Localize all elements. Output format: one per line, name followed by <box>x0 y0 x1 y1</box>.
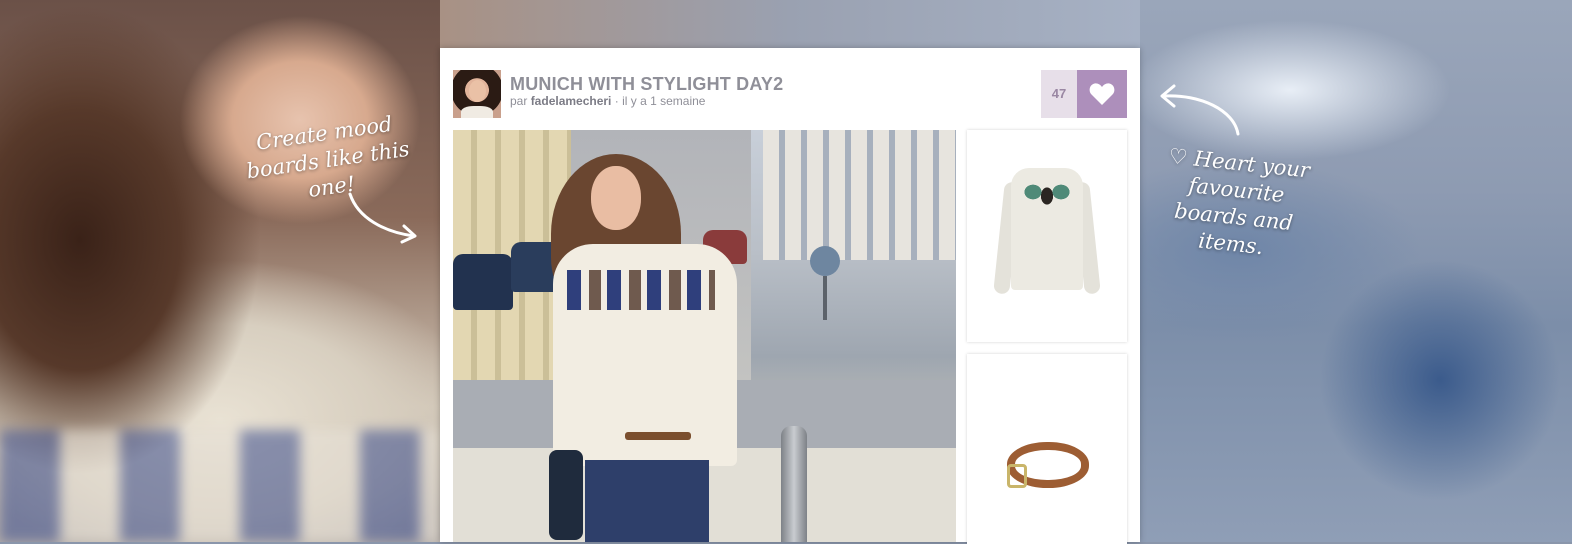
avatar[interactable] <box>453 70 501 118</box>
person-belt <box>625 432 691 440</box>
person-jeans <box>585 460 709 542</box>
board-title[interactable]: MUNICH WITH STYLIGHT DAY2 <box>510 74 783 95</box>
street-bollard <box>781 426 807 542</box>
board-meta: par fadelamecheri · il y a 1 semaine <box>510 94 705 108</box>
building-right <box>763 130 956 260</box>
heart-widget: 47 <box>1041 70 1127 118</box>
author-link[interactable]: fadelamecheri <box>531 94 612 108</box>
parked-car <box>453 254 513 310</box>
curved-arrow-icon <box>348 192 417 244</box>
mood-board-card: MUNICH WITH STYLIGHT DAY2 par fadelamech… <box>440 48 1140 544</box>
sweater-pattern <box>567 270 715 310</box>
product-tile-sweater[interactable] <box>967 130 1127 342</box>
posted-time: · il y a 1 semaine <box>614 94 706 108</box>
background-pattern <box>0 430 440 542</box>
belt-buckle <box>1007 464 1027 488</box>
product-tile-belt[interactable] <box>967 354 1127 544</box>
callout-heart-boards: ♡ Heart your favourite boards and items. <box>1167 143 1312 260</box>
heart-button[interactable] <box>1077 70 1127 118</box>
sign-post <box>823 276 827 320</box>
background-top-blur <box>440 0 1140 48</box>
avatar-shoulders <box>461 106 493 118</box>
sweater-motif <box>1015 176 1079 208</box>
background-left-blur <box>0 0 440 542</box>
heart-icon <box>1089 83 1115 105</box>
avatar-face <box>469 80 486 102</box>
person-face <box>591 166 641 230</box>
background-right-blur <box>1140 0 1572 542</box>
by-prefix: par <box>510 94 528 108</box>
curved-arrow-icon <box>1160 84 1240 136</box>
traffic-sign <box>810 246 840 276</box>
main-board-photo[interactable] <box>453 130 956 542</box>
person-bag <box>549 450 583 540</box>
heart-count: 47 <box>1041 70 1082 118</box>
